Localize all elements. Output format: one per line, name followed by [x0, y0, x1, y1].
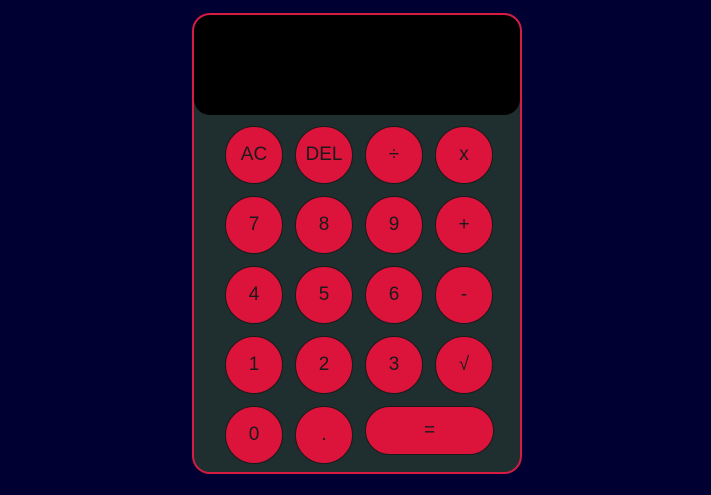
decimal-point-button[interactable]: . [295, 406, 353, 464]
previous-operand [210, 25, 504, 49]
plus-button[interactable]: + [435, 196, 493, 254]
keypad: AC DEL ÷ x 7 8 9 + 4 5 6 - 1 2 3 √ 0 . = [225, 126, 495, 466]
digit-4-button[interactable]: 4 [225, 266, 283, 324]
digit-9-button[interactable]: 9 [365, 196, 423, 254]
square-root-button[interactable]: √ [435, 336, 493, 394]
digit-5-button[interactable]: 5 [295, 266, 353, 324]
all-clear-button[interactable]: AC [225, 126, 283, 184]
digit-1-button[interactable]: 1 [225, 336, 283, 394]
display-screen [194, 15, 520, 115]
digit-8-button[interactable]: 8 [295, 196, 353, 254]
digit-0-button[interactable]: 0 [225, 406, 283, 464]
minus-button[interactable]: - [435, 266, 493, 324]
current-operand [210, 49, 504, 93]
digit-6-button[interactable]: 6 [365, 266, 423, 324]
calculator: AC DEL ÷ x 7 8 9 + 4 5 6 - 1 2 3 √ 0 . = [192, 13, 522, 474]
delete-button[interactable]: DEL [295, 126, 353, 184]
digit-2-button[interactable]: 2 [295, 336, 353, 394]
digit-3-button[interactable]: 3 [365, 336, 423, 394]
equals-button[interactable]: = [365, 406, 494, 455]
digit-7-button[interactable]: 7 [225, 196, 283, 254]
divide-button[interactable]: ÷ [365, 126, 423, 184]
multiply-button[interactable]: x [435, 126, 493, 184]
